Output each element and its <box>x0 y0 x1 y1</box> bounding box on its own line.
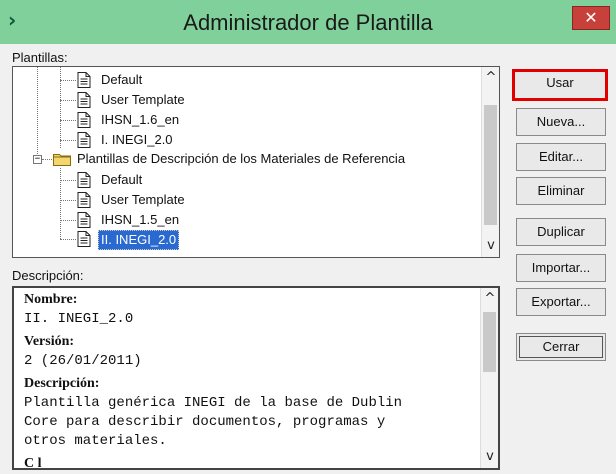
tree-connector <box>60 239 76 240</box>
tree-item-label: II. INEGI_2.0 <box>98 230 180 250</box>
template-tree[interactable]: − Default User Template IHSN_1.6_en I. I… <box>12 66 500 258</box>
importar-button[interactable]: Importar... <box>516 254 606 282</box>
tree-connector <box>60 168 61 239</box>
tree-item-label: User Template <box>101 92 185 107</box>
tree-connector <box>60 100 76 101</box>
nombre-value: II. INEGI_2.0 <box>24 311 134 327</box>
tree-item-label: Default <box>101 72 143 87</box>
close-button[interactable]: ✕ <box>572 6 610 30</box>
document-icon <box>77 72 91 88</box>
tree-scrollbar[interactable]: ^ v <box>481 67 499 257</box>
plantillas-label: Plantillas: <box>12 50 68 65</box>
description-panel: Nombre: II. INEGI_2.0 Versión: 2 (26/01/… <box>12 286 500 470</box>
version-heading: Versión: <box>24 334 75 349</box>
scroll-up-icon[interactable]: ^ <box>481 290 498 308</box>
tree-item-label: I. INEGI_2.0 <box>101 132 173 147</box>
nueva-button[interactable]: Nueva... <box>516 108 606 136</box>
document-icon <box>77 112 91 128</box>
scroll-down-icon[interactable]: v <box>481 448 498 466</box>
scroll-thumb[interactable] <box>483 312 496 372</box>
description-scrollbar[interactable]: ^ v <box>480 288 498 468</box>
editar-button[interactable]: Editar... <box>516 143 606 171</box>
cerrar-button[interactable]: Cerrar <box>516 333 606 361</box>
tree-item-label: IHSN_1.6_en <box>101 112 180 127</box>
document-icon <box>77 132 91 148</box>
folder-icon <box>53 154 71 166</box>
window-title: Administrador de Plantilla <box>183 10 433 35</box>
next-heading-partial: C l <box>24 456 42 470</box>
tree-item-label: User Template <box>101 192 185 207</box>
tree-folder-label: Plantillas de Descripción de los Materia… <box>77 151 406 166</box>
descripcion-text-line: otros materiales. <box>24 433 167 449</box>
title-bar: › Administrador de Plantilla ✕ <box>0 0 616 44</box>
descripcion-heading: Descripción: <box>24 376 100 391</box>
version-value: 2 (26/01/2011) <box>24 353 142 369</box>
nombre-heading: Nombre: <box>24 292 78 307</box>
descripcion-text-line: Core para describir documentos, programa… <box>24 414 386 430</box>
tree-connector <box>42 159 52 160</box>
document-icon <box>77 192 91 208</box>
descripcion-text-line: Plantilla genérica INEGI de la base de D… <box>24 395 403 411</box>
document-icon <box>77 92 91 108</box>
tree-connector <box>60 180 76 181</box>
tree-connector <box>60 80 76 81</box>
collapse-toggle[interactable]: − <box>33 155 42 164</box>
tree-connector <box>60 200 76 201</box>
scroll-down-icon[interactable]: v <box>482 237 499 255</box>
duplicar-button[interactable]: Duplicar <box>516 218 606 246</box>
tree-connector <box>37 67 38 162</box>
exportar-button[interactable]: Exportar... <box>516 288 606 316</box>
tree-item-label: IHSN_1.5_en <box>101 212 180 227</box>
usar-button[interactable]: Usar <box>512 69 608 101</box>
document-icon <box>77 212 91 228</box>
descripcion-label: Descripción: <box>12 268 84 283</box>
document-icon <box>77 231 91 247</box>
tree-connector <box>60 220 76 221</box>
tree-connector <box>60 140 76 141</box>
tree-item-label: Default <box>101 172 143 187</box>
document-icon <box>77 172 91 188</box>
eliminar-button[interactable]: Eliminar <box>516 177 606 205</box>
tree-connector <box>60 120 76 121</box>
scroll-up-icon[interactable]: ^ <box>482 69 499 87</box>
scroll-thumb[interactable] <box>484 105 497 225</box>
